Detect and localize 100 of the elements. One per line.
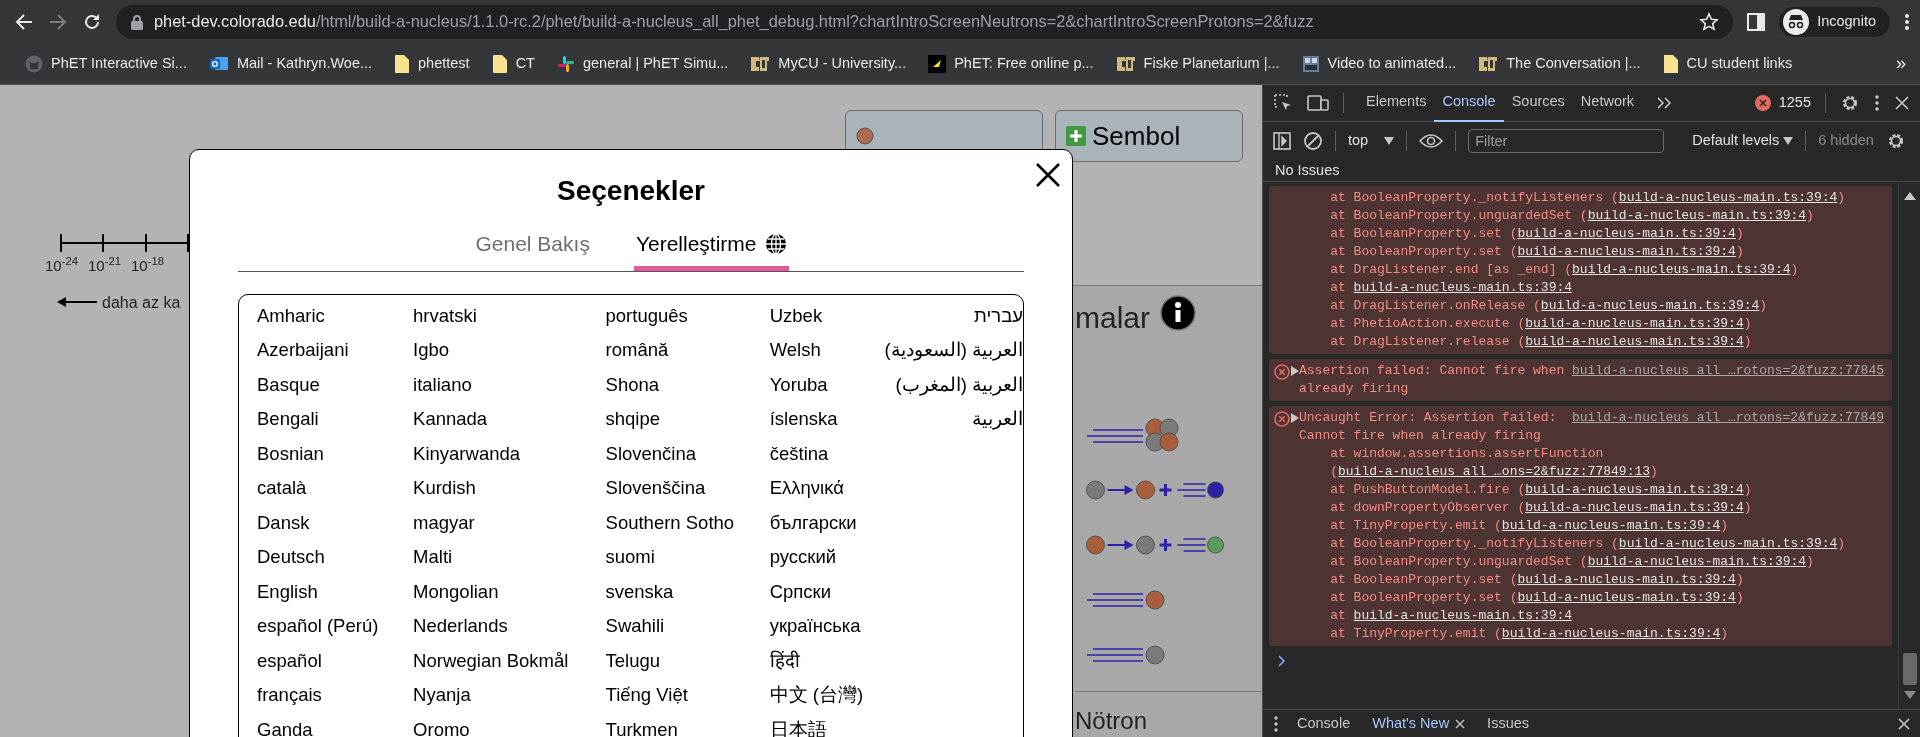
source-link[interactable]: build-a-nucleus-main.ts:39:4	[1517, 572, 1736, 587]
source-link[interactable]: build-a-nucleus_all_…rotons=2&fuzz:77849	[1571, 409, 1884, 427]
language-option[interactable]: Uzbek	[769, 298, 891, 333]
language-option[interactable]: हिंदी	[769, 643, 891, 678]
devtools-tab[interactable]: Elements	[1358, 84, 1435, 122]
side-panel-icon[interactable]	[1747, 12, 1766, 31]
bookmark[interactable]: Mail - Kathryn.Woe...	[199, 48, 382, 79]
language-option[interactable]: العربية (المغرب)	[895, 367, 1023, 402]
language-option[interactable]: català	[257, 471, 414, 506]
prompt-icon[interactable]	[1277, 654, 1287, 668]
bookmark[interactable]: The Conversation |...	[1469, 48, 1650, 79]
language-option[interactable]: Dansk	[257, 505, 414, 540]
language-option[interactable]: Kurdish	[413, 471, 606, 506]
address-bar[interactable]: phet-dev.colorado.edu/html/build-a-nucleus/1.1.0-rc.2/phet/build-a-nucleus_all_phet_debug.html?chartIntroScreenNeutrons=2&chartIntroScreenProtons=2&fuzz	[116, 4, 1734, 39]
language-option[interactable]: עברית	[974, 298, 1023, 333]
source-link[interactable]: build-a-nucleus-main.ts:39:4	[1517, 590, 1736, 605]
language-option[interactable]: Malti	[413, 540, 606, 575]
source-link[interactable]: build-a-nucleus-main.ts:39:4	[1501, 518, 1721, 533]
language-option[interactable]: Deutsch	[257, 540, 414, 575]
language-option[interactable]: Bengali	[257, 402, 414, 437]
language-option[interactable]: Amharic	[257, 298, 414, 333]
source-link[interactable]: build-a-nucleus-main.ts:39:4	[1517, 226, 1736, 241]
drawer-tab[interactable]: What's New	[1368, 712, 1470, 735]
language-option[interactable]: svenska	[605, 574, 770, 609]
language-option[interactable]: Kannada	[413, 402, 606, 437]
context-dropdown[interactable]: top	[1348, 130, 1395, 152]
language-option[interactable]: Telugu	[605, 643, 770, 678]
clear-console-icon[interactable]	[1303, 131, 1323, 151]
source-link[interactable]: build-a-nucleus-main.ts:39:4	[1540, 298, 1760, 313]
source-link[interactable]: build-a-nucleus-main.ts:39:4	[1353, 280, 1573, 295]
language-option[interactable]: Српски	[769, 574, 891, 609]
devtools-tab[interactable]: Console	[1434, 84, 1504, 122]
language-option[interactable]: español (Perú)	[257, 609, 414, 644]
devtools-tab[interactable]: Network	[1572, 84, 1643, 122]
source-link[interactable]: build-a-nucleus-main.ts:39:4	[1618, 536, 1838, 551]
drawer-tab[interactable]: Issues	[1483, 712, 1534, 735]
source-link[interactable]: build-a-nucleus-main.ts:39:4	[1525, 500, 1744, 515]
language-option[interactable]: 中文 (台灣)	[769, 678, 891, 713]
source-link[interactable]: build-a-nucleus-main.ts:39:4	[1587, 554, 1807, 569]
language-option[interactable]: Oromo	[413, 712, 606, 737]
source-link[interactable]: build-a-nucleus-main.ts:39:4	[1525, 482, 1744, 497]
menu-icon[interactable]	[1904, 11, 1910, 32]
language-option[interactable]: Azerbaijani	[257, 333, 414, 368]
info-icon[interactable]	[1160, 295, 1196, 331]
dialog-tab[interactable]: Genel Bakış	[473, 226, 592, 271]
language-option[interactable]: Norwegian Bokmål	[413, 643, 606, 678]
language-option[interactable]: Ελληνικά	[769, 471, 891, 506]
source-link[interactable]: build-a-nucleus-main.ts:39:4	[1525, 334, 1744, 349]
source-link[interactable]: build-a-nucleus-main.ts:39:4	[1353, 608, 1573, 623]
language-option[interactable]: Turkmen	[605, 712, 770, 737]
source-link[interactable]: build-a-nucleus-main.ts:39:4	[1517, 244, 1736, 259]
language-option[interactable]: العربية (السعودية)	[884, 333, 1023, 368]
language-option[interactable]: Yoruba	[769, 367, 891, 402]
source-link[interactable]: build-a-nucleus_all_…rotons=2&fuzz:77845	[1571, 362, 1884, 380]
language-option[interactable]: Basque	[257, 367, 414, 402]
language-option[interactable]: Slovenščina	[605, 471, 770, 506]
bookmark[interactable]: CU student links	[1653, 48, 1802, 79]
menu-icon[interactable]	[1874, 94, 1880, 112]
eye-icon[interactable]	[1419, 133, 1444, 149]
language-option[interactable]: hrvatski	[413, 298, 606, 333]
back-icon[interactable]	[14, 11, 34, 32]
source-link[interactable]: build-a-nucleus-main.ts:39:4	[1618, 190, 1838, 205]
language-option[interactable]: Nyanja	[413, 678, 606, 713]
language-option[interactable]: български	[769, 505, 891, 540]
bookmark[interactable]: PhET: Free online p...	[919, 48, 1103, 79]
device-toggle-icon[interactable]	[1307, 94, 1329, 112]
language-option[interactable]: français	[257, 678, 414, 713]
dialog-tab[interactable]: Yerelleştirme	[633, 226, 789, 271]
language-option[interactable]: magyar	[413, 505, 606, 540]
bookmark[interactable]: MyCU - University...	[741, 48, 916, 79]
language-option[interactable]: Ganda	[257, 712, 414, 737]
language-option[interactable]: русский	[769, 540, 891, 575]
sidebar-icon[interactable]	[1273, 132, 1291, 150]
language-option[interactable]: English	[257, 574, 414, 609]
language-option[interactable]: Swahili	[605, 609, 770, 644]
profile-button[interactable]: Incognito	[1779, 6, 1890, 37]
bookmark[interactable]: Fiske Planetarium |...	[1106, 48, 1289, 79]
language-option[interactable]: українська	[769, 609, 891, 644]
bookmark[interactable]: Video to animated...	[1292, 48, 1466, 79]
language-option[interactable]: română	[605, 333, 770, 368]
bookmark[interactable]: phettest	[385, 48, 479, 79]
scrollbar-thumb[interactable]	[1902, 653, 1917, 685]
language-option[interactable]: português	[605, 298, 770, 333]
language-option[interactable]: Igbo	[413, 333, 606, 368]
bookmark[interactable]: PhET Interactive Si...	[16, 48, 196, 79]
source-link[interactable]: build-a-nucleus-main.ts:39:4	[1501, 626, 1721, 641]
language-option[interactable]: Southern Sotho	[605, 505, 770, 540]
forward-icon[interactable]	[48, 11, 68, 32]
more-bookmarks-button[interactable]: »	[1888, 50, 1914, 77]
language-option[interactable]: español	[257, 643, 414, 678]
language-option[interactable]: Mongolian	[413, 574, 606, 609]
scroll-down-icon[interactable]	[1903, 691, 1916, 699]
language-option[interactable]: Tiếng Việt	[605, 678, 770, 713]
language-option[interactable]: čeština	[769, 436, 891, 471]
more-tabs-icon[interactable]	[1656, 96, 1673, 110]
settings-icon[interactable]	[1840, 93, 1860, 113]
close-icon[interactable]	[1035, 162, 1061, 188]
symbol-toggle-button[interactable]: Sembol	[1055, 110, 1243, 162]
star-icon[interactable]	[1699, 11, 1720, 32]
source-link[interactable]: build-a-nucleus_all_…ons=2&fuzz:77849:13	[1338, 464, 1651, 479]
